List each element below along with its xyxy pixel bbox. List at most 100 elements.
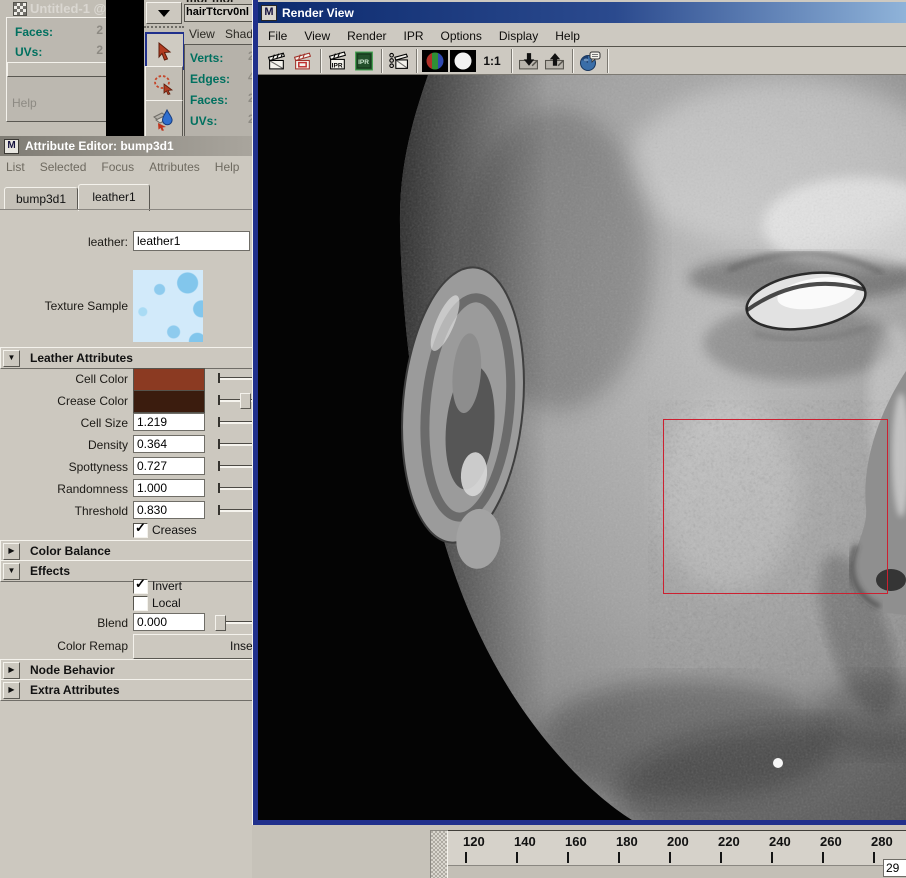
ruler-tick-label: 140: [514, 834, 536, 849]
lasso-tool-button[interactable]: [145, 66, 183, 102]
blend-slider[interactable]: [215, 615, 252, 629]
section-leather-attributes[interactable]: ▼ Leather Attributes: [0, 347, 252, 369]
render-region-marquee[interactable]: [663, 419, 888, 594]
keep-image-button[interactable]: [516, 49, 542, 73]
menu-display[interactable]: Display: [499, 29, 538, 43]
density-input[interactable]: [133, 435, 205, 453]
section-collapse-icon[interactable]: ▶: [3, 543, 20, 560]
maya-logo-icon: M: [261, 5, 277, 21]
invert-checkbox-label: Invert: [152, 579, 182, 593]
render-image-area[interactable]: [258, 75, 906, 820]
shelf-dropdown-button[interactable]: [146, 2, 182, 24]
randomness-input[interactable]: [133, 479, 205, 497]
ruler-value-field[interactable]: [883, 859, 906, 877]
ruler-tick-label: 120: [463, 834, 485, 849]
threshold-slider[interactable]: [218, 503, 252, 517]
section-extra-attributes[interactable]: ▶ Extra Attributes: [0, 679, 252, 701]
attribute-editor-menubar: List Selected Focus Attributes Help: [0, 156, 252, 177]
render-region-button[interactable]: [290, 49, 316, 73]
ruler-tick: [822, 852, 824, 863]
blend-input[interactable]: [133, 613, 205, 631]
section-effects[interactable]: ▼ Effects: [0, 560, 252, 582]
attribute-editor-title: Attribute Editor: bump3d1: [25, 139, 174, 153]
creases-checkbox[interactable]: ✓: [133, 523, 148, 538]
density-label: Density: [0, 438, 128, 452]
cell-size-slider[interactable]: [218, 415, 252, 429]
cell-color-slider[interactable]: [218, 371, 252, 385]
invert-checkbox[interactable]: ✓: [133, 579, 148, 594]
checker-icon: [13, 2, 27, 16]
ruler-tick: [567, 852, 569, 863]
ipr-render-icon: IPR: [327, 51, 349, 71]
menu-attributes[interactable]: Attributes: [149, 160, 200, 174]
render-button[interactable]: [264, 49, 290, 73]
tab-leather1[interactable]: leather1: [78, 184, 150, 211]
texture-sample-swatch[interactable]: [133, 270, 203, 342]
render-view-window: M Render View File View Render IPR Optio…: [252, 0, 906, 825]
ipr-render-button[interactable]: IPR: [325, 49, 351, 73]
menu-render[interactable]: Render: [347, 29, 386, 43]
snapshot-button[interactable]: [386, 49, 412, 73]
randomness-slider[interactable]: [218, 481, 252, 495]
tab-bump3d1[interactable]: bump3d1: [4, 187, 78, 210]
menu-list[interactable]: List: [6, 160, 25, 174]
section-expand-icon[interactable]: ▼: [3, 350, 20, 367]
attribute-editor-window: M Attribute Editor: bump3d1 List Selecte…: [0, 136, 252, 878]
section-node-behavior[interactable]: ▶ Node Behavior: [0, 659, 252, 681]
ipr-region-button[interactable]: IPR: [351, 49, 377, 73]
section-collapse-icon[interactable]: ▶: [3, 682, 20, 699]
section-collapse-icon[interactable]: ▶: [3, 662, 20, 679]
menu-file[interactable]: File: [268, 29, 287, 43]
render-view-toolbar: IPR IPR: [258, 47, 906, 75]
crease-color-slider[interactable]: [218, 393, 252, 407]
threshold-label: Threshold: [0, 504, 128, 518]
select-tool-icon: [155, 41, 175, 61]
mini-menu-view[interactable]: View: [189, 27, 215, 41]
cell-color-swatch[interactable]: [133, 368, 205, 391]
one-to-one-button[interactable]: 1:1: [477, 49, 507, 73]
object-name-strip: hairTtcrv0nl: [184, 4, 252, 22]
remove-image-button[interactable]: [542, 49, 568, 73]
clipped-shelf-text: mor mor: [186, 0, 235, 2]
mini-menu-shading[interactable]: Shading: [225, 27, 252, 41]
local-checkbox[interactable]: [133, 596, 148, 611]
leather-name-input[interactable]: [133, 231, 250, 251]
ruler-tick: [771, 852, 773, 863]
alpha-channel-icon: [450, 50, 476, 72]
render-icon: [266, 51, 288, 71]
section-color-balance[interactable]: ▶ Color Balance: [0, 540, 252, 562]
color-remap-label: Color Remap: [0, 639, 128, 653]
cell-size-label: Cell Size: [0, 416, 128, 430]
crease-color-swatch[interactable]: [133, 390, 205, 413]
cell-color-label: Cell Color: [0, 372, 128, 386]
threshold-input[interactable]: [133, 501, 205, 519]
menu-ipr[interactable]: IPR: [404, 29, 424, 43]
section-expand-icon[interactable]: ▼: [3, 563, 20, 580]
keep-image-icon: [518, 51, 540, 71]
render-view-titlebar[interactable]: M Render View: [258, 2, 906, 23]
ruler-tick: [516, 852, 518, 863]
menu-options[interactable]: Options: [441, 29, 482, 43]
menu-selected[interactable]: Selected: [40, 160, 87, 174]
rgb-channels-button[interactable]: [421, 49, 449, 73]
menu-help[interactable]: Help: [215, 160, 240, 174]
density-slider[interactable]: [218, 437, 252, 451]
render-globals-button[interactable]: [577, 49, 603, 73]
cell-size-input[interactable]: [133, 413, 205, 431]
mini-menubar: View Shading: [184, 26, 252, 43]
help-label[interactable]: Help: [12, 96, 37, 110]
color-remap-insert-button[interactable]: Insert: [133, 634, 252, 659]
paint-tool-button[interactable]: [145, 100, 183, 136]
menu-help[interactable]: Help: [555, 29, 580, 43]
lasso-tool-icon: [153, 73, 175, 95]
alpha-channel-button[interactable]: [449, 49, 477, 73]
toolbar-separator: [607, 49, 608, 73]
menu-focus[interactable]: Focus: [101, 160, 134, 174]
panel-divider: [7, 62, 107, 77]
spottyness-input[interactable]: [133, 457, 205, 475]
blend-label: Blend: [0, 616, 128, 630]
attribute-editor-titlebar[interactable]: M Attribute Editor: bump3d1: [0, 136, 252, 156]
select-tool-button[interactable]: [145, 32, 185, 70]
menu-view[interactable]: View: [304, 29, 330, 43]
spottyness-slider[interactable]: [218, 459, 252, 473]
